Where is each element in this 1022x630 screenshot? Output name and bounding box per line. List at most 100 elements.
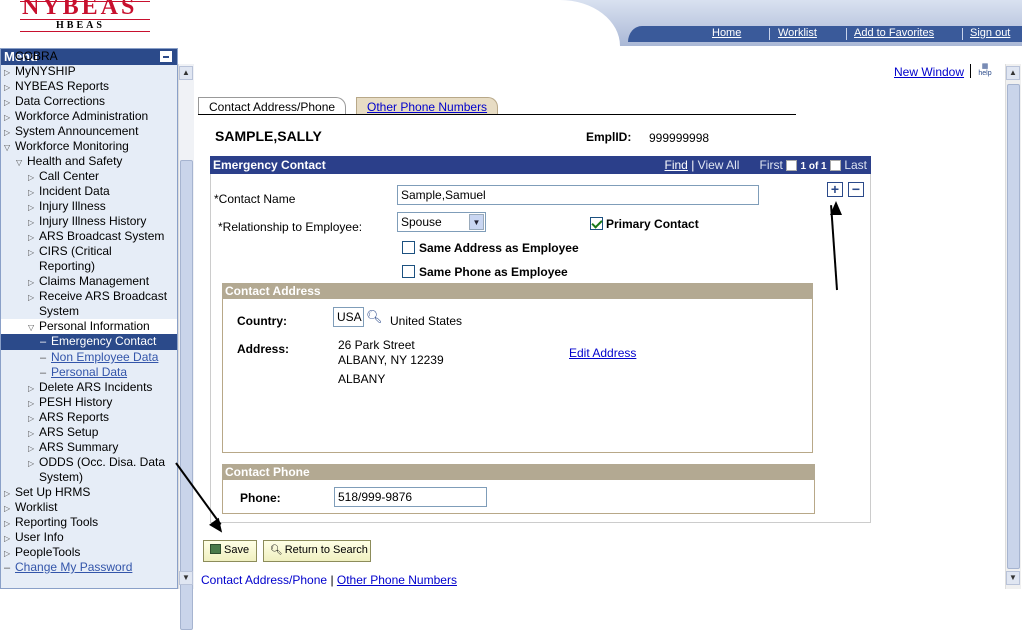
expand-triangle-icon: ▷ [4,83,11,92]
menu-scrollbar[interactable]: ▲ ▼ [178,64,194,630]
sidebar-item[interactable]: COBRA [4,49,58,64]
first-link[interactable]: First [759,158,782,172]
sidebar-item[interactable]: ▽ Personal Information [1,319,177,335]
previous-arrow-icon[interactable] [786,160,798,172]
sidebar-item-label: Worklist [15,500,58,514]
sidebar-item[interactable]: – Emergency Contact [1,334,177,350]
sidebar-item[interactable]: ▷ ARS Setup [28,425,98,441]
footer-other-phone-link[interactable]: Other Phone Numbers [337,573,457,587]
phone-label: Phone: [240,491,281,505]
contact-phone-header: Contact Phone [222,464,815,480]
relationship-label: *Relationship to Employee: [218,220,363,234]
sidebar-item-label: Workforce Administration [15,109,149,123]
sidebar-item[interactable]: ▷ Worklist [4,500,57,516]
sidebar-item-label: PeopleTools [15,545,81,559]
sidebar-menu: Menu COBRA ▷ MyNYSHIP ▷ NYBEAS Reports ▷ Data … [0,48,178,589]
sidebar-item[interactable]: ▷ ARS Reports [28,410,109,426]
footer-links: Contact Address/Phone | Other Phone Numb… [201,573,457,587]
sidebar-item[interactable]: ▷ CIRS (Critical [28,244,112,260]
sidebar-item[interactable]: ▷ Set Up HRMS [4,485,90,501]
minimize-icon[interactable] [160,51,172,62]
collapse-triangle-icon: ▽ [16,158,23,167]
chevron-down-icon[interactable]: ▼ [469,214,484,230]
help-icon[interactable]: ▦ help [976,63,994,79]
sidebar-item[interactable]: ▷ MyNYSHIP [4,64,76,80]
same-address-checkbox[interactable] [402,241,415,254]
nav-favorites-link[interactable]: Add to Favorites [854,27,934,39]
tab-other-phone-numbers[interactable]: Other Phone Numbers [356,97,499,115]
sidebar-item[interactable]: ▷ ARS Summary [28,440,118,456]
sidebar-item[interactable]: – Change My Password [4,560,132,576]
row-counter: 1 of 1 [800,161,827,172]
country-input[interactable]: USA [333,307,364,327]
sidebar-item: System [28,304,79,319]
edit-address-link[interactable]: Edit Address [569,346,636,360]
sidebar-item[interactable]: ▷ PESH History [28,395,112,411]
address-line-1: 26 Park Street [338,338,415,352]
logo-bottom-rule [20,31,150,32]
sidebar-item[interactable]: ▷ Injury Illness [28,199,106,215]
sidebar-item-label: Call Center [39,169,100,183]
menu-scroll-up-icon[interactable]: ▲ [179,66,193,80]
sidebar-item[interactable]: – Personal Data [40,365,127,381]
sidebar-item[interactable]: ▷ Reporting Tools [4,515,98,531]
same-address-label: Same Address as Employee [419,241,579,255]
nav-home-link[interactable]: Home [712,27,741,39]
sidebar-item[interactable]: ▷ Workforce Administration [4,109,148,125]
sidebar-item-label: Health and Safety [27,154,123,168]
same-phone-checkbox[interactable] [402,265,415,278]
content-scroll-down-icon[interactable]: ▼ [1006,571,1020,585]
sidebar-item[interactable]: ▷ User Info [4,530,64,546]
sidebar-item[interactable]: ▷ Receive ARS Broadcast [28,289,167,305]
delete-row-icon[interactable]: − [848,182,864,197]
sidebar-item[interactable]: ▽ Health and Safety [16,154,122,170]
new-window-link[interactable]: New Window [894,65,964,79]
footer-contact-address-link[interactable]: Contact Address/Phone [201,573,327,587]
logo-sub-text: HBEAS [56,20,105,31]
sidebar-item[interactable]: ▷ Incident Data [28,184,110,200]
save-icon [210,544,221,554]
sidebar-item[interactable]: ▷ Claims Management [28,274,149,290]
sidebar-item[interactable]: ▷ ODDS (Occ. Disa. Data [28,455,165,471]
content-scroll-up-icon[interactable]: ▲ [1006,66,1020,80]
save-button[interactable]: Save [203,540,257,562]
nav-worklist-link[interactable]: Worklist [778,27,817,39]
universal-nav: Home Worklist Add to Favorites Sign out [628,26,1022,42]
view-all-link[interactable]: View All [698,158,740,172]
expand-triangle-icon: ▷ [4,98,11,107]
sidebar-item[interactable]: ▷ Delete ARS Incidents [28,380,152,396]
contact-name-input[interactable]: Sample,Samuel [397,185,759,205]
phone-input[interactable]: 518/999-9876 [334,487,487,507]
expand-triangle-icon: ▷ [28,384,35,393]
sidebar-item[interactable]: ▷ Data Corrections [4,94,105,110]
add-row-icon[interactable]: + [827,182,843,197]
nav-separator [846,28,847,40]
nav-signout-link[interactable]: Sign out [970,27,1010,39]
sidebar-item[interactable]: – Non Employee Data [40,350,158,366]
find-link[interactable]: Find [665,158,688,172]
sidebar-item-label: Personal Information [39,319,150,333]
sidebar-item[interactable]: ▷ System Announcement [4,124,138,140]
content-scroll-thumb[interactable] [1007,84,1020,569]
search-icon: 🔍︎ [270,545,283,556]
content-scrollbar[interactable]: ▲ ▼ [1005,64,1021,589]
sidebar-item[interactable]: ▽ Workforce Monitoring [4,139,129,155]
expand-triangle-icon: ▷ [28,444,35,453]
next-arrow-icon[interactable] [829,160,841,172]
lookup-icon[interactable]: 🔍︎ [366,309,383,325]
menu-scroll-down-icon[interactable]: ▼ [179,571,193,585]
sidebar-item[interactable]: ▷ NYBEAS Reports [4,79,109,95]
sidebar-item-label: Change My Password [15,560,133,574]
tab-contact-address-phone[interactable]: Contact Address/Phone [198,97,347,115]
sidebar-item[interactable]: ▷ Injury Illness History [28,214,146,230]
sidebar-item-label: Set Up HRMS [15,485,91,499]
last-link[interactable]: Last [844,158,867,172]
expand-triangle-icon: ▷ [4,68,11,77]
sidebar-item[interactable]: ▷ PeopleTools [4,545,80,561]
relationship-select[interactable]: Spouse ▼ [397,212,486,232]
sidebar-item[interactable]: ▷ ARS Broadcast System [28,229,164,245]
primary-contact-checkbox[interactable] [590,217,603,230]
menu-scroll-thumb[interactable] [180,160,193,630]
return-to-search-button[interactable]: 🔍︎ Return to Search [263,540,371,562]
sidebar-item[interactable]: ▷ Call Center [28,169,99,185]
